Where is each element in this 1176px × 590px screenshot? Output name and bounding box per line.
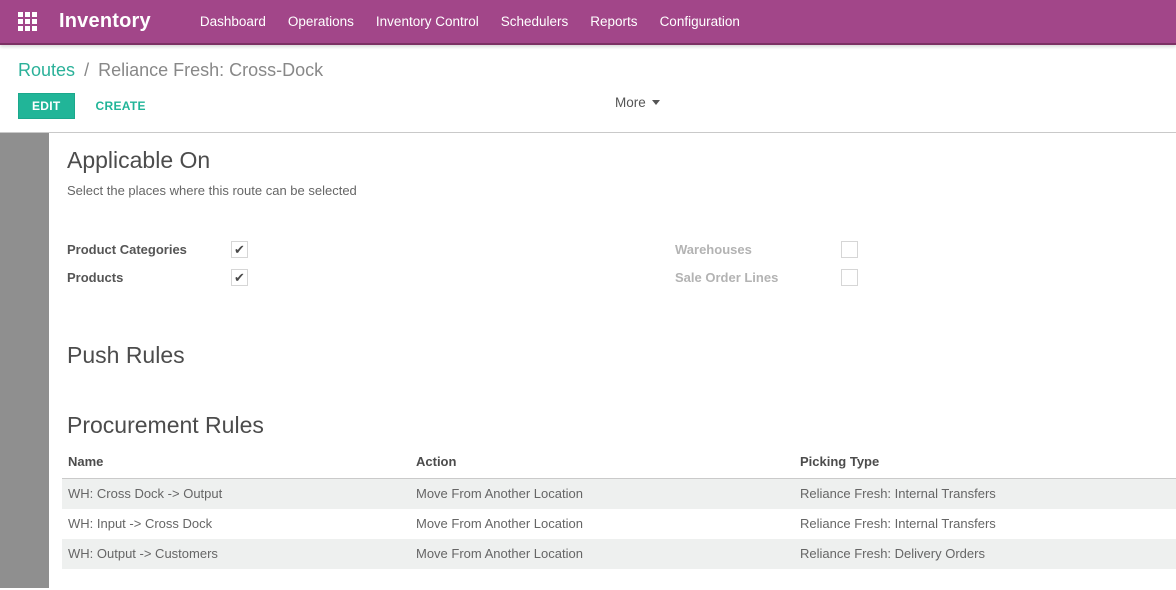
table-row[interactable]: WH: Output -> Customers Move From Anothe… [62, 539, 1176, 569]
cell-name: WH: Input -> Cross Dock [62, 509, 410, 539]
form-sheet: Applicable On Select the places where th… [49, 133, 1176, 588]
breadcrumb: Routes / Reliance Fresh: Cross-Dock [18, 58, 1176, 82]
left-gutter [0, 133, 49, 588]
cell-action: Move From Another Location [410, 539, 794, 569]
field-row: Product Categories ✔ Warehouses [67, 235, 1176, 263]
cell-name: WH: Output -> Customers [62, 539, 410, 569]
nav-item-configuration[interactable]: Configuration [649, 0, 751, 43]
breadcrumb-separator: / [80, 60, 93, 80]
product-categories-checkbox[interactable]: ✔ [231, 241, 248, 258]
table-row[interactable]: WH: Input -> Cross Dock Move From Anothe… [62, 509, 1176, 539]
warehouses-checkbox[interactable] [841, 241, 858, 258]
action-row: EDIT CREATE More [18, 93, 1176, 119]
more-dropdown-label: More [615, 95, 646, 110]
more-dropdown[interactable]: More [615, 95, 660, 110]
column-header-name: Name [62, 449, 410, 479]
nav-item-operations[interactable]: Operations [277, 0, 365, 43]
procurement-rules-title: Procurement Rules [67, 411, 1176, 439]
column-header-action: Action [410, 449, 794, 479]
nav-menu: Dashboard Operations Inventory Control S… [189, 0, 751, 43]
chevron-down-icon [652, 100, 660, 105]
table-row[interactable]: WH: Cross Dock -> Output Move From Anoth… [62, 479, 1176, 509]
app-title: Inventory [59, 10, 151, 33]
nav-item-inventory-control[interactable]: Inventory Control [365, 0, 490, 43]
push-rules-title: Push Rules [67, 341, 1176, 369]
product-categories-label: Product Categories [67, 242, 231, 257]
cell-picking-type: Reliance Fresh: Delivery Orders [794, 539, 1176, 569]
cell-picking-type: Reliance Fresh: Internal Transfers [794, 479, 1176, 509]
edit-button[interactable]: EDIT [18, 93, 75, 119]
field-row: Products ✔ Sale Order Lines [67, 263, 1176, 291]
applicable-on-fields: Product Categories ✔ Warehouses Products… [67, 235, 1176, 291]
cell-action: Move From Another Location [410, 509, 794, 539]
applicable-on-title: Applicable On [67, 146, 1176, 174]
nav-item-reports[interactable]: Reports [579, 0, 648, 43]
column-header-picking-type: Picking Type [794, 449, 1176, 479]
create-button[interactable]: CREATE [96, 99, 146, 113]
nav-item-dashboard[interactable]: Dashboard [189, 0, 277, 43]
cell-action: Move From Another Location [410, 479, 794, 509]
products-checkbox[interactable]: ✔ [231, 269, 248, 286]
apps-grid-icon[interactable] [18, 12, 37, 31]
breadcrumb-current: Reliance Fresh: Cross-Dock [98, 60, 323, 80]
sale-order-lines-checkbox[interactable] [841, 269, 858, 286]
applicable-on-subtitle: Select the places where this route can b… [67, 183, 1176, 198]
cell-name: WH: Cross Dock -> Output [62, 479, 410, 509]
warehouses-label: Warehouses [675, 242, 841, 257]
procurement-rules-table: Name Action Picking Type WH: Cross Dock … [62, 449, 1176, 569]
main-content: Applicable On Select the places where th… [0, 133, 1176, 588]
products-label: Products [67, 270, 231, 285]
sale-order-lines-label: Sale Order Lines [675, 270, 841, 285]
nav-item-schedulers[interactable]: Schedulers [490, 0, 580, 43]
top-navbar: Inventory Dashboard Operations Inventory… [0, 0, 1176, 45]
breadcrumb-routes-link[interactable]: Routes [18, 60, 75, 80]
table-header-row: Name Action Picking Type [62, 449, 1176, 479]
control-header: Routes / Reliance Fresh: Cross-Dock EDIT… [0, 45, 1176, 133]
cell-picking-type: Reliance Fresh: Internal Transfers [794, 509, 1176, 539]
